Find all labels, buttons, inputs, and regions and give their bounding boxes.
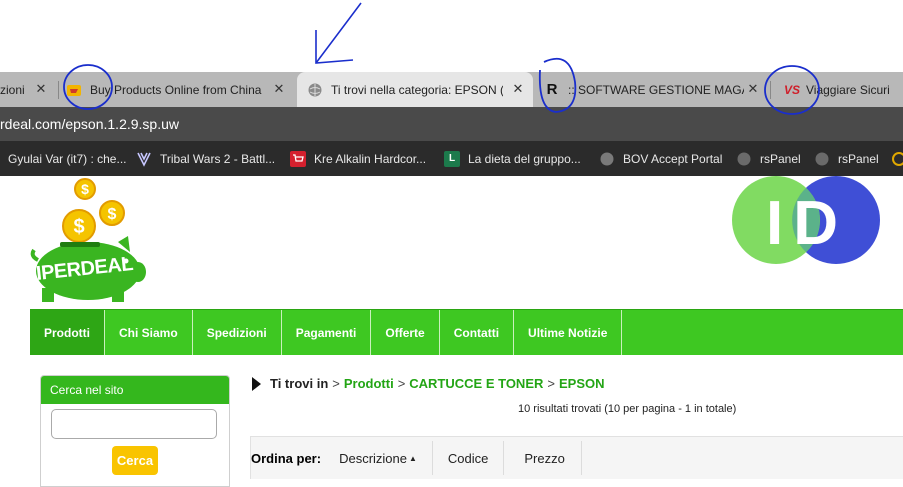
site-logo[interactable]: $ $ $ IPERDEAL — [30, 176, 160, 311]
bookmark-label: Kre Alkalin Hardcor... — [314, 151, 427, 166]
l-logo-icon: L — [444, 150, 460, 167]
tab-title: Buy Products Online from China — [90, 82, 262, 97]
sort-prezzo[interactable]: Prezzo — [504, 441, 582, 475]
page-content: $ $ $ IPERDEAL ID Prodotti Chi Siamo Spe… — [0, 176, 903, 487]
nav-contatti[interactable]: Contatti — [440, 310, 515, 355]
breadcrumb-link-cartucce[interactable]: CARTUCCE E TONER — [409, 376, 543, 391]
tab-title: :: SOFTWARE GESTIONE MAGAZZ — [568, 82, 744, 97]
id-logo[interactable]: ID — [728, 176, 888, 276]
globe-icon — [307, 82, 323, 98]
breadcrumb-intro: Ti trovi in — [270, 376, 329, 391]
bookmark-label: Gyulai Var (it7) : che... — [8, 151, 127, 166]
results-count: 10 risultati trovati (10 per pagina - 1 … — [518, 403, 737, 415]
bookmark-label: rsPanel — [838, 151, 879, 166]
tab-separator — [58, 81, 59, 99]
sort-descrizione[interactable]: Descrizione ▲ — [327, 441, 433, 475]
r-logo-icon: R — [546, 81, 558, 98]
sort-option-label: Descrizione — [339, 450, 407, 466]
nav-ultime-notizie[interactable]: Ultime Notizie — [514, 310, 623, 355]
svg-text:$: $ — [81, 181, 89, 197]
bookmark-dieta[interactable]: L La dieta del gruppo... — [444, 141, 581, 176]
address-bar[interactable]: rdeal.com/epson.1.2.9.sp.uw — [0, 107, 903, 141]
breadcrumb-link-prodotti[interactable]: Prodotti — [344, 376, 394, 391]
nav-offerte[interactable]: Offerte — [371, 310, 440, 355]
tab-title: Viaggiare Sicuri — [806, 82, 890, 97]
tab-title: Ti trovi nella categoria: EPSON (P — [331, 82, 503, 97]
svg-text:$: $ — [108, 206, 117, 223]
bookmark-gyulai[interactable]: Gyulai Var (it7) : che... — [8, 141, 126, 176]
sort-bar: Ordina per: Descrizione ▲ Codice Prezzo — [250, 436, 903, 479]
svg-text:$: $ — [73, 216, 84, 238]
sort-label: Ordina per: — [251, 450, 322, 466]
tab-partial[interactable]: zioni ✕ — [0, 72, 58, 107]
globe-icon — [736, 151, 752, 167]
breadcrumb-arrow-icon — [252, 376, 261, 391]
globe-icon — [599, 151, 615, 167]
bookmark-label: Tribal Wars 2 - Battl... — [160, 151, 276, 166]
bookmark-label: rsPanel — [760, 151, 801, 166]
breadcrumb-separator: > — [397, 376, 406, 391]
tab-viaggiare-sicuri[interactable]: VS Viaggiare Sicuri — [784, 72, 903, 107]
breadcrumb-separator: > — [547, 376, 555, 391]
tribal-wars-icon — [136, 151, 152, 167]
bookmark-label: BOV Accept Portal — [623, 151, 723, 166]
nav-chi-siamo[interactable]: Chi Siamo — [105, 310, 193, 355]
bookmark-kre-alkalin[interactable]: Kre Alkalin Hardcor... — [290, 141, 426, 176]
vs-logo-icon: VS — [784, 82, 801, 97]
tab-epson-active[interactable]: Ti trovi nella categoria: EPSON (P ✕ — [297, 72, 533, 107]
cart-icon — [290, 150, 306, 167]
tab-title: zioni — [0, 82, 25, 97]
close-icon[interactable]: ✕ — [746, 81, 760, 97]
nav-prodotti[interactable]: Prodotti — [30, 310, 105, 355]
search-button[interactable]: Cerca — [112, 446, 158, 475]
bookmark-tribal-wars[interactable]: Tribal Wars 2 - Battl... — [136, 141, 275, 176]
bookmark-partial[interactable] — [891, 141, 903, 176]
bookmark-bov[interactable]: BOV Accept Portal — [599, 141, 722, 176]
nav-spedizioni[interactable]: Spedizioni — [193, 310, 282, 355]
bookmark-rspanel-2[interactable]: rsPanel — [814, 141, 879, 176]
tab-separator — [770, 81, 771, 99]
close-icon[interactable]: ✕ — [34, 81, 48, 97]
breadcrumb: Ti trovi in > Prodotti > CARTUCCE E TONE… — [252, 376, 605, 391]
url-text[interactable]: rdeal.com/epson.1.2.9.sp.uw — [0, 116, 179, 132]
main-nav: Prodotti Chi Siamo Spedizioni Pagamenti … — [30, 309, 903, 355]
sort-codice[interactable]: Codice — [433, 441, 505, 475]
logo-right-text: ID — [766, 189, 848, 258]
close-icon[interactable]: ✕ — [511, 81, 525, 97]
browser-tab-bar: zioni ✕ Buy Products Online from China ✕… — [0, 72, 903, 107]
bookmark-label: La dieta del gruppo... — [468, 151, 581, 166]
search-panel: Cerca nel sito Cerca — [40, 375, 230, 487]
nav-pagamenti[interactable]: Pagamenti — [282, 310, 372, 355]
search-input[interactable] — [51, 409, 217, 439]
bookmark-rspanel[interactable]: rsPanel — [736, 141, 801, 176]
bookmark-icon — [891, 151, 903, 167]
shopping-icon — [66, 82, 82, 98]
close-icon[interactable]: ✕ — [272, 81, 286, 97]
bookmarks-bar: Gyulai Var (it7) : che... Tribal Wars 2 … — [0, 141, 903, 176]
breadcrumb-link-epson[interactable]: EPSON — [559, 376, 605, 391]
sort-asc-icon: ▲ — [409, 453, 417, 463]
search-panel-title: Cerca nel sito — [41, 376, 229, 404]
breadcrumb-separator: > — [332, 376, 340, 391]
tab-buy-products[interactable]: Buy Products Online from China ✕ — [66, 72, 294, 107]
tab-software[interactable]: R :: SOFTWARE GESTIONE MAGAZZ ✕ — [544, 72, 768, 107]
globe-icon — [814, 151, 830, 167]
